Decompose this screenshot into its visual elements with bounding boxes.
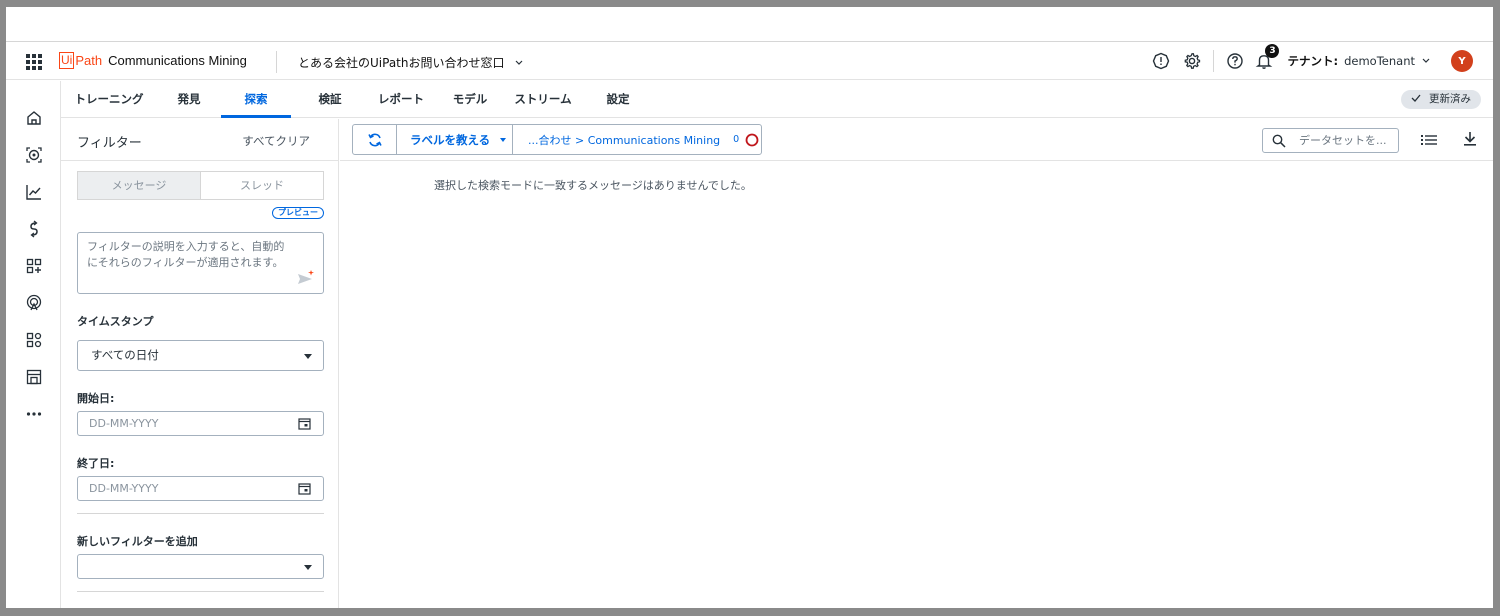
header-divider: [276, 51, 277, 73]
chevron-down-icon: [515, 60, 523, 65]
apps-add-icon[interactable]: [25, 257, 43, 275]
start-date-label: 開始日:: [77, 392, 115, 405]
segment-thread[interactable]: スレッド: [201, 172, 323, 199]
caret-down-icon: [500, 137, 507, 142]
search-placeholder: データセットを...: [1299, 134, 1387, 147]
logo-path: Path: [75, 53, 103, 68]
notification-bell-icon[interactable]: 3: [1253, 44, 1280, 72]
tab-models[interactable]: モデル: [449, 81, 491, 118]
home-icon[interactable]: [25, 109, 43, 127]
end-date-input[interactable]: DD-MM-YYYY: [77, 476, 324, 501]
start-date-placeholder: DD-MM-YYYY: [89, 417, 159, 430]
dataset-search-input[interactable]: データセットを...: [1262, 128, 1399, 153]
selection-count: 0: [733, 134, 740, 145]
download-icon[interactable]: [1463, 131, 1477, 147]
alert-icon[interactable]: [1150, 50, 1172, 72]
refresh-icon: [367, 133, 382, 146]
status-circle-icon: [745, 133, 759, 146]
app-window: Ui Path Communications Mining とある会社のUiPa…: [6, 7, 1493, 608]
filter-divider-2: [77, 591, 324, 592]
tenant-label: テナント:: [1287, 54, 1339, 68]
main-tabs: トレーニング 発見 探索 検証 レポート モデル ストリーム 設定 更新済み: [61, 81, 1493, 118]
filter-divider: [77, 513, 324, 514]
gear-icon[interactable]: [1181, 50, 1203, 72]
timestamp-label: タイムスタンプ: [77, 315, 154, 328]
workspace-selector[interactable]: とある会社のUiPathお問い合わせ窓口: [298, 54, 524, 71]
app-launcher-icon[interactable]: [26, 54, 42, 70]
chevron-down-icon: [1422, 58, 1430, 63]
filter-description-placeholder-2: にそれらのフィルターが適用されます。: [87, 256, 284, 269]
teach-label-text: ラベルを教える: [410, 132, 491, 147]
logo-ui: Ui: [59, 52, 75, 69]
left-nav: [6, 81, 61, 608]
end-date-placeholder: DD-MM-YYYY: [89, 482, 159, 495]
notification-badge: 3: [1265, 44, 1280, 58]
filter-header: フィルター すべてクリア: [61, 119, 338, 161]
preview-badge: プレビュー: [272, 207, 324, 219]
search-icon: [1272, 134, 1286, 148]
mode-toggle: メッセージ スレッド: [77, 171, 324, 200]
list-view-icon[interactable]: [1421, 133, 1437, 147]
caret-down-icon: [304, 354, 312, 359]
filter-panel: フィルター すべてクリア メッセージ スレッド プレビュー フィルターの説明を入…: [61, 119, 339, 608]
tenant-name: demoTenant: [1344, 54, 1415, 68]
tab-training[interactable]: トレーニング: [74, 81, 144, 118]
app-header: Ui Path Communications Mining とある会社のUiPa…: [6, 43, 1493, 80]
check-icon: [1411, 94, 1421, 102]
status-badge: 更新済み: [1400, 90, 1481, 109]
end-date-label: 終了日:: [77, 457, 115, 470]
settings-apps-icon[interactable]: [25, 331, 43, 349]
teach-label-button[interactable]: ラベルを教える: [397, 125, 513, 154]
breadcrumb-text: ...合わせ > Communications Mining: [528, 133, 721, 147]
header-actions: 3 テナント: demoTenant Y: [1150, 44, 1473, 72]
tab-validation[interactable]: 検証: [311, 81, 349, 118]
tab-reports[interactable]: レポート: [366, 81, 436, 118]
timestamp-select[interactable]: すべての日付: [77, 340, 324, 371]
tab-settings[interactable]: 設定: [601, 81, 635, 118]
tab-discover[interactable]: 発見: [169, 81, 209, 118]
workspace-name: とある会社のUiPathお問い合わせ窓口: [298, 56, 505, 70]
integration-icon[interactable]: [25, 220, 43, 238]
target-icon[interactable]: [25, 146, 43, 164]
filter-description-input[interactable]: フィルターの説明を入力すると、自動的 にそれらのフィルターが適用されます。: [77, 232, 324, 294]
tenant-selector[interactable]: demoTenant: [1344, 54, 1431, 68]
caret-down-icon: [304, 565, 312, 570]
store-icon[interactable]: [25, 368, 43, 386]
browser-top-strip: [6, 7, 1493, 42]
start-date-input[interactable]: DD-MM-YYYY: [77, 411, 324, 436]
refresh-button[interactable]: [353, 125, 397, 154]
toolbar-button-group: ラベルを教える ...合わせ > Communications Mining 0: [352, 124, 762, 155]
add-filter-select[interactable]: [77, 554, 324, 579]
calendar-icon[interactable]: [298, 482, 311, 495]
more-icon[interactable]: [25, 405, 43, 423]
filter-description-placeholder-1: フィルターの説明を入力すると、自動的: [87, 240, 285, 253]
product-name: Communications Mining: [108, 53, 247, 68]
chart-icon[interactable]: [25, 183, 43, 201]
calendar-icon[interactable]: [298, 417, 311, 430]
dataset-breadcrumb[interactable]: ...合わせ > Communications Mining 0: [513, 125, 761, 154]
header-divider-2: [1213, 50, 1215, 72]
clear-all-button[interactable]: すべてクリア: [242, 133, 310, 149]
segment-message[interactable]: メッセージ: [78, 172, 201, 199]
send-sparkle-icon[interactable]: [297, 269, 315, 285]
add-filter-label: 新しいフィルターを追加: [77, 535, 198, 548]
status-text: 更新済み: [1429, 93, 1471, 105]
tab-explore[interactable]: 探索: [221, 81, 291, 118]
tab-streams[interactable]: ストリーム: [508, 81, 578, 118]
help-icon[interactable]: [1224, 50, 1246, 72]
avatar[interactable]: Y: [1451, 50, 1473, 72]
empty-results-message: 選択した検索モードに一致するメッセージはありませんでした。: [434, 179, 752, 192]
broadcast-icon[interactable]: [25, 294, 43, 312]
filter-title: フィルター: [77, 136, 142, 151]
product-logo[interactable]: Ui Path Communications Mining: [59, 52, 247, 69]
timestamp-value: すべての日付: [91, 348, 159, 362]
results-toolbar: ラベルを教える ...合わせ > Communications Mining 0…: [340, 119, 1493, 161]
